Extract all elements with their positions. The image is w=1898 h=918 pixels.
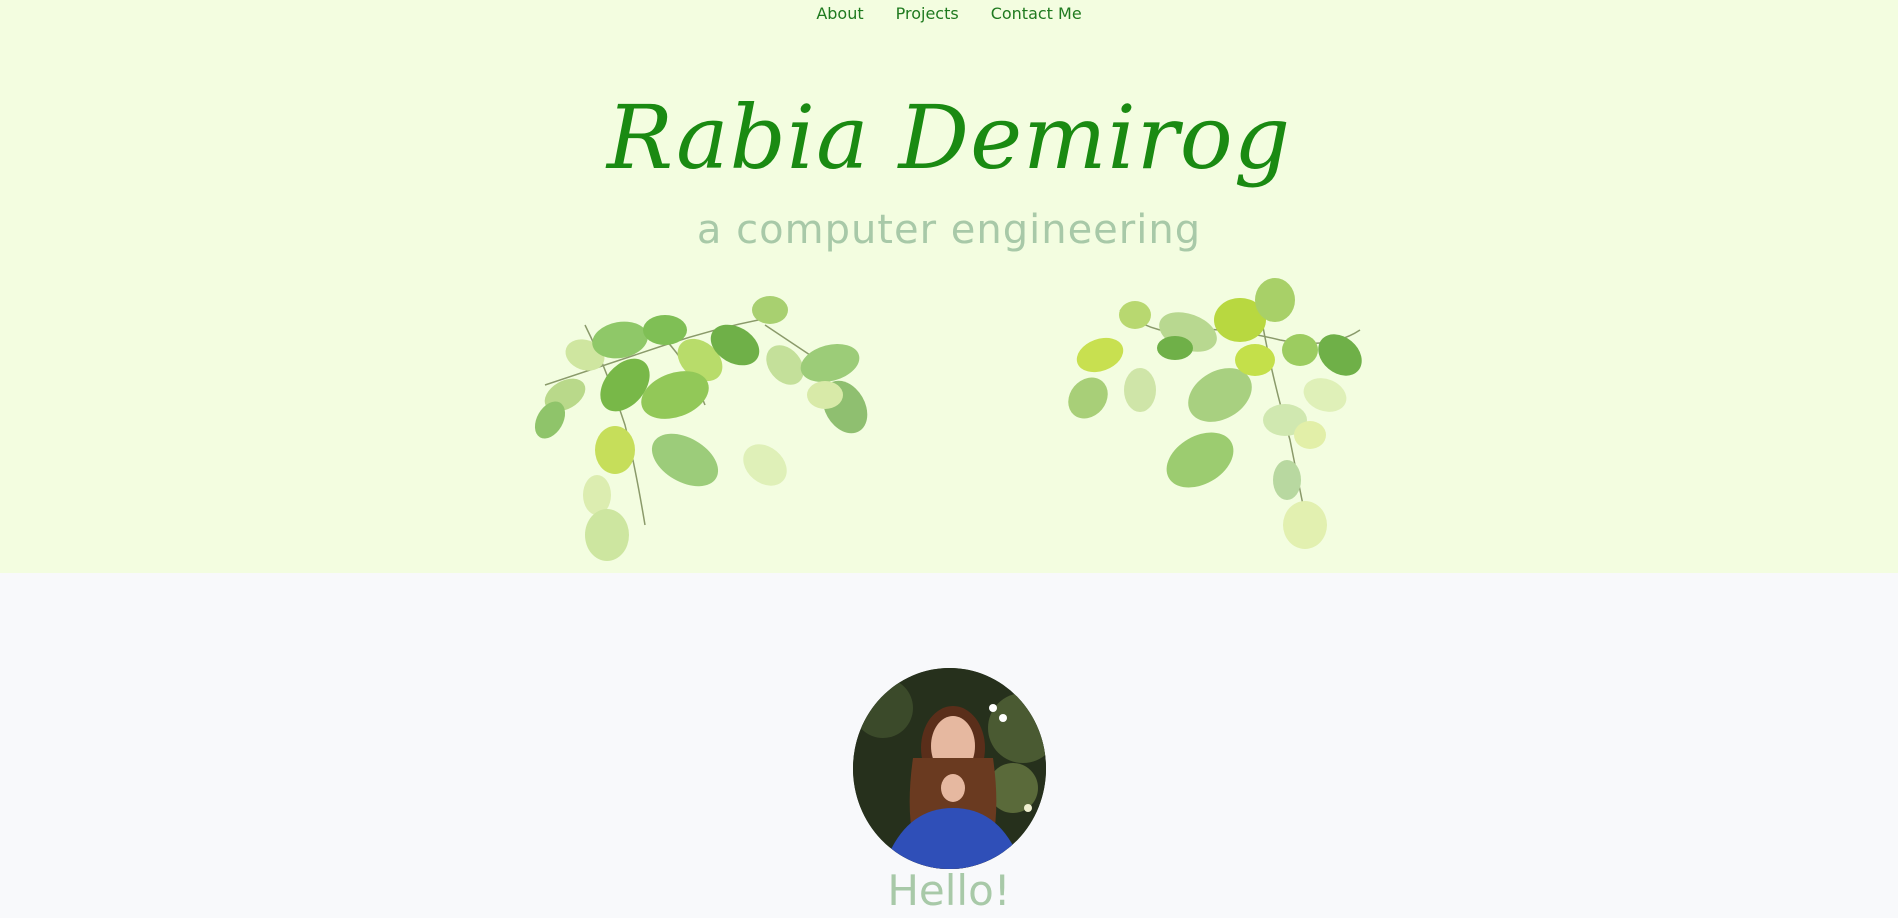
intro-greeting: Hello!: [887, 866, 1011, 915]
left-leaves-illustration: [534, 296, 868, 561]
hero-tagline: a computer engineering: [696, 207, 1202, 253]
profile-avatar: [853, 668, 1046, 869]
nav-contact-link[interactable]: Contact Me: [975, 4, 1098, 24]
hero-name: Rabia Demirog: [606, 86, 1292, 189]
nav-about-link[interactable]: About: [800, 4, 879, 24]
top-nav: About Projects Contact Me: [0, 4, 1898, 24]
right-leaves-illustration: [1068, 278, 1362, 549]
nav-projects-link[interactable]: Projects: [880, 4, 975, 24]
hero-section: About Projects Contact Me Rabia Demirog …: [0, 0, 1898, 573]
profile-photo: [853, 668, 1046, 869]
